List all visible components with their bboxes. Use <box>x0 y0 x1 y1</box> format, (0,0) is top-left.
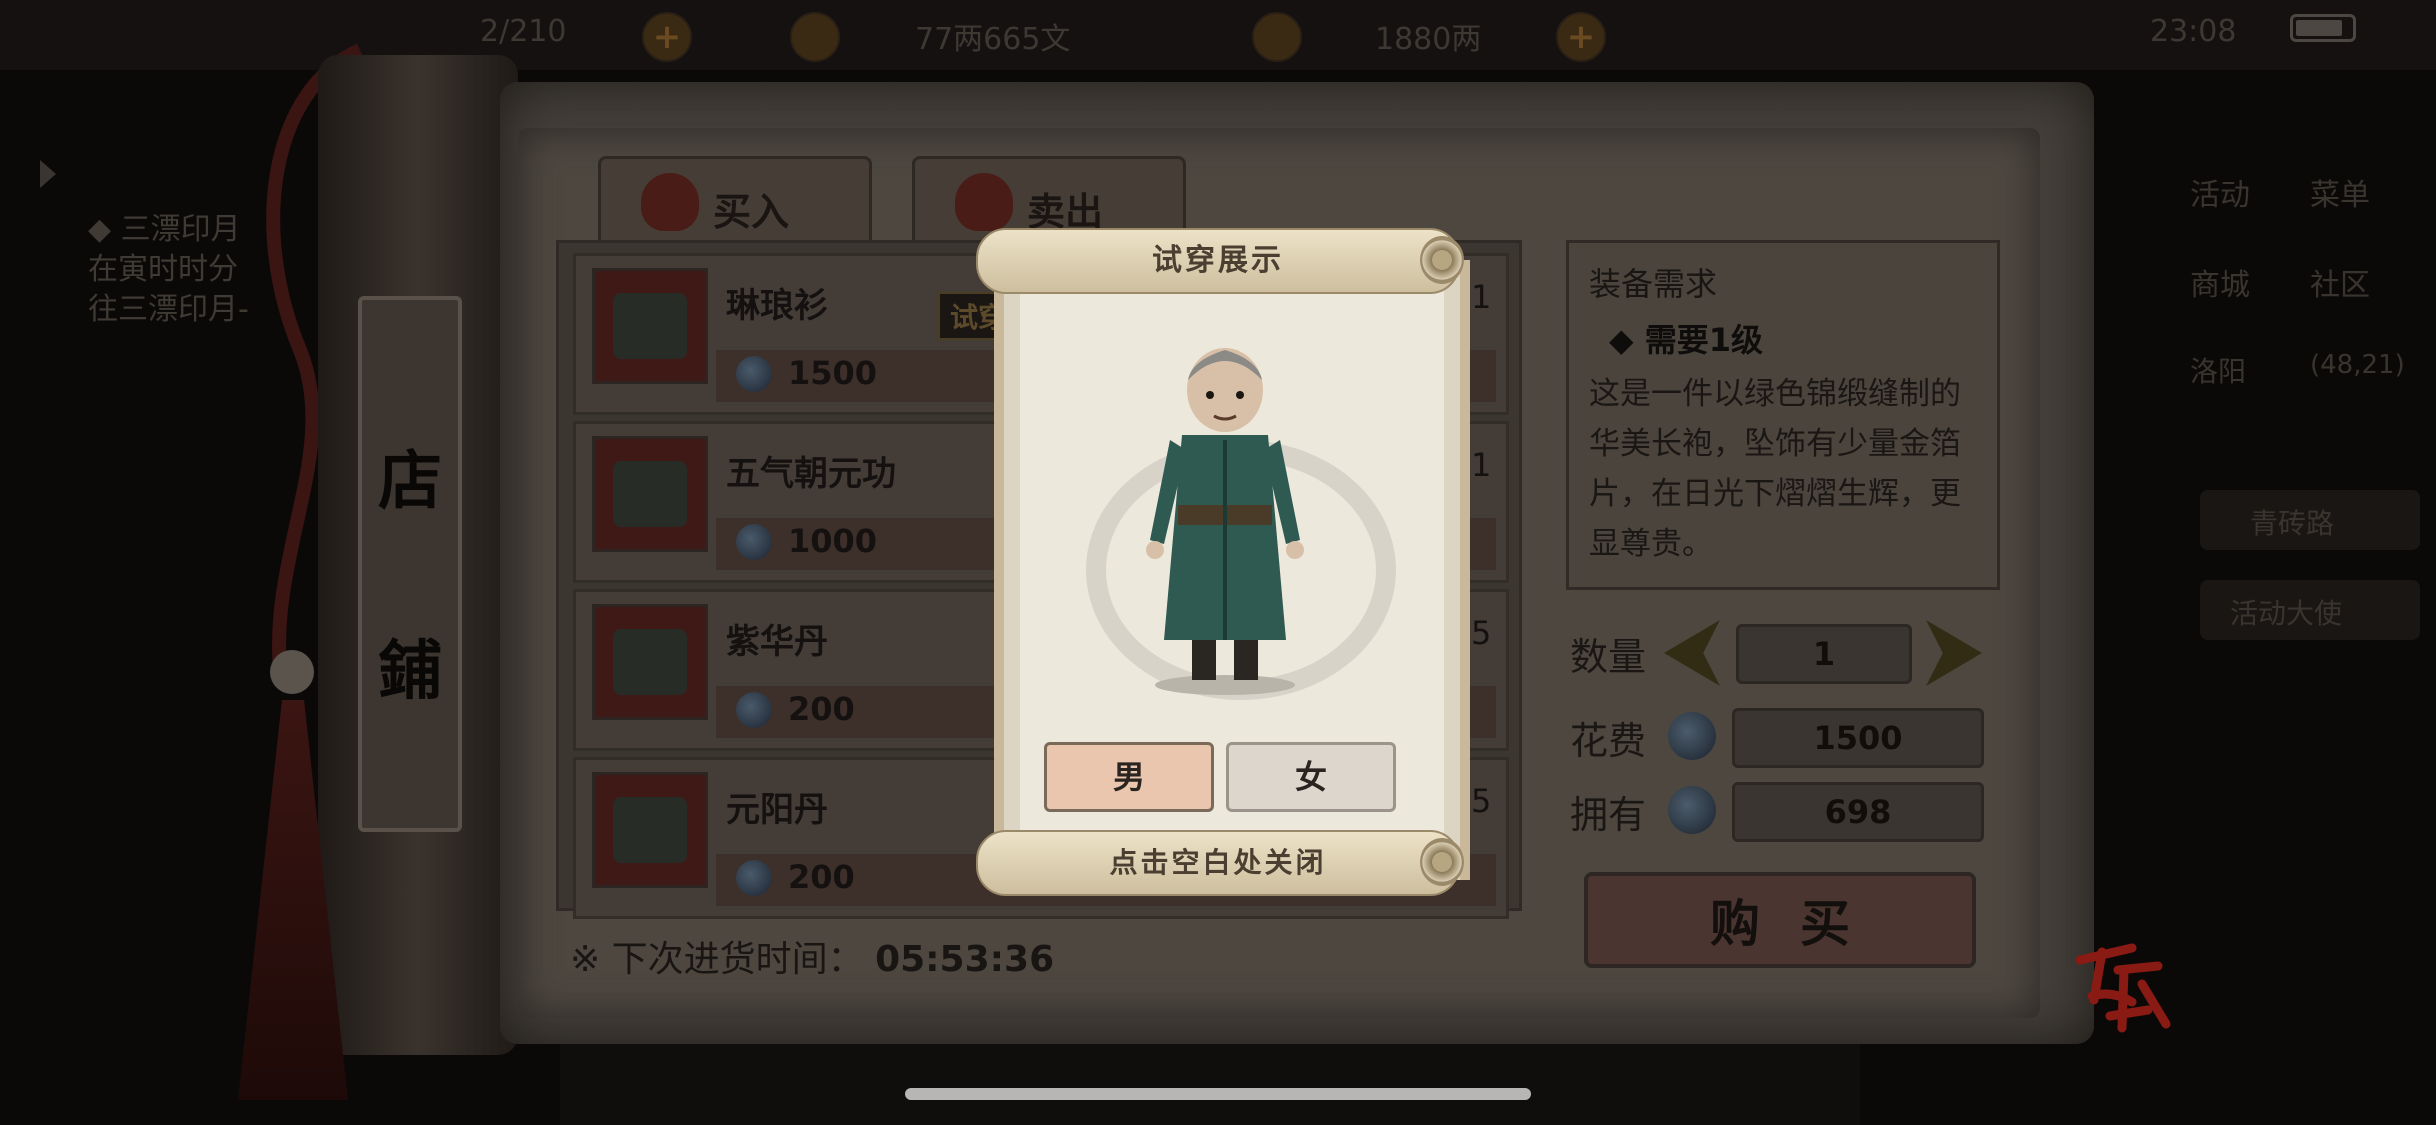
map-item-label: 活动大使 <box>2230 597 2343 630</box>
location-name: 洛阳 <box>2190 355 2247 388</box>
gender-female-button[interactable]: 女 <box>1226 742 1396 812</box>
item-thumbnail <box>592 604 708 720</box>
item-name: 琳琅衫 <box>726 286 828 326</box>
currency-gem-icon <box>736 524 772 560</box>
detail-description: 这是一件以绿色锦缎缝制的华美长袍，坠饰有少量金箔片，在日光下熠熠生辉，更显尊贵。 <box>1589 376 1961 562</box>
item-price: 1500 <box>788 354 878 392</box>
character-preview <box>1146 348 1304 695</box>
menu-button[interactable]: 菜单 <box>2310 170 2370 214</box>
quantity-label: 数量 <box>1570 635 1647 679</box>
clock-text: 23:08 <box>2150 14 2237 49</box>
tassel-bead <box>270 650 314 694</box>
quantity-field[interactable]: 1 <box>1736 624 1912 684</box>
activity-button[interactable]: 活动 <box>2190 170 2250 214</box>
try-on-title: 试穿展示 <box>976 228 1464 294</box>
currency-gem-icon <box>736 356 772 392</box>
ingot-icon <box>1252 12 1302 62</box>
map-item[interactable]: 青砖路 <box>2200 490 2420 550</box>
add-level-icon[interactable] <box>642 12 692 62</box>
currency-gem-icon <box>1668 786 1716 834</box>
close-hint[interactable]: 点击空白处关闭 <box>976 830 1464 896</box>
gender-male-button[interactable]: 男 <box>1044 742 1214 812</box>
cost-label: 花费 <box>1570 719 1647 763</box>
bottom-action-bar <box>560 1035 1860 1125</box>
shop-title-char: 店 <box>378 444 442 519</box>
item-quantity: 1 <box>1471 278 1492 316</box>
tab-buy-label: 买入 <box>713 190 790 234</box>
shop-title-plate: 店 鋪 <box>358 296 462 832</box>
item-price: 1000 <box>788 522 878 560</box>
expand-arrow-icon[interactable] <box>40 160 56 188</box>
battery-icon <box>2290 14 2356 42</box>
home-indicator[interactable] <box>905 1088 1531 1100</box>
owned-value: 698 <box>1732 782 1984 842</box>
add-ingot-icon[interactable] <box>1556 12 1606 62</box>
money-text: 77两665文 <box>915 22 1071 57</box>
item-price: 200 <box>788 858 855 896</box>
map-item[interactable]: 活动大使 <box>2200 580 2420 640</box>
item-quantity: 5 <box>1471 782 1492 820</box>
sell-bag-icon <box>955 173 1013 231</box>
cost-value: 1500 <box>1732 708 1984 768</box>
tab-buy[interactable]: 买入 <box>598 156 872 246</box>
currency-gem-icon <box>736 692 772 728</box>
currency-gem-icon <box>1668 712 1716 760</box>
location-coords: (48,21) <box>2310 350 2405 380</box>
money-icon <box>790 12 840 62</box>
game-logo <box>2075 943 2171 1033</box>
restock-label: ※ 下次进货时间： <box>570 939 864 980</box>
item-thumbnail <box>592 772 708 888</box>
detail-requirement: ◆ 需要1级 <box>1609 321 1764 359</box>
item-quantity: 1 <box>1471 446 1492 484</box>
currency-gem-icon <box>736 860 772 896</box>
right-side-menu: 活动 菜单 商城 社区 洛阳 (48,21) 青砖路 活动大使 <box>2140 130 2436 1030</box>
item-thumbnail <box>592 436 708 552</box>
community-button[interactable]: 社区 <box>2310 260 2370 304</box>
item-price: 200 <box>788 690 855 728</box>
detail-header: 装备需求 <box>1589 265 1718 303</box>
restock-time: 05:53:36 <box>875 939 1055 980</box>
level-text: 2/210 <box>480 14 567 49</box>
item-name: 元阳丹 <box>726 790 828 830</box>
restock-timer: ※ 下次进货时间： 05:53:36 <box>570 930 1054 982</box>
ingot-text: 1880两 <box>1375 22 1482 57</box>
item-quantity: 5 <box>1471 614 1492 652</box>
item-detail-box: 装备需求 ◆ 需要1级 这是一件以绿色锦缎缝制的华美长袍，坠饰有少量金箔片，在日… <box>1566 240 2000 590</box>
buy-button[interactable]: 购买 <box>1584 872 1976 968</box>
shop-title-char: 鋪 <box>378 634 442 709</box>
item-thumbnail <box>592 268 708 384</box>
item-name: 紫华丹 <box>726 622 828 662</box>
owned-label: 拥有 <box>1570 793 1647 837</box>
buy-bag-icon <box>641 173 699 231</box>
item-name: 五气朝元功 <box>726 454 896 494</box>
mall-button[interactable]: 商城 <box>2190 260 2250 304</box>
map-item-label: 青砖路 <box>2250 507 2335 540</box>
